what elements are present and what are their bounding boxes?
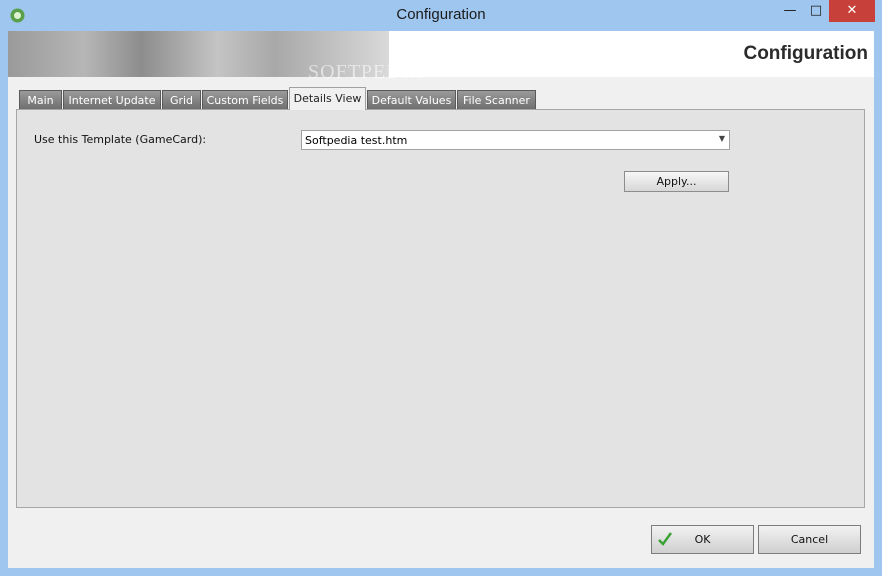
tab-default-values[interactable]: Default Values [367,90,456,109]
close-button[interactable]: ✕ [829,0,875,22]
check-icon [658,532,672,546]
template-value: Softpedia test.htm [305,134,408,147]
window-title: Configuration [396,6,486,23]
details-view-panel: Use this Template (GameCard): Softpedia … [16,109,865,508]
configuration-window: Configuration — □ ✕ SOFTPEDIA Configurat… [0,0,882,576]
title-bar[interactable]: Configuration — □ ✕ [0,0,882,31]
dialog-client-area: SOFTPEDIA Configuration Main Internet Up… [8,31,874,568]
maximize-button[interactable]: □ [803,0,829,22]
header-banner: SOFTPEDIA Configuration [8,31,874,83]
minimize-button[interactable]: — [777,0,803,22]
tab-main[interactable]: Main [19,90,62,109]
chevron-down-icon[interactable]: ▼ [719,134,725,143]
tab-internet-update[interactable]: Internet Update [63,90,161,109]
tab-file-scanner[interactable]: File Scanner [457,90,536,109]
tab-details-view[interactable]: Details View [289,87,366,110]
ok-button[interactable]: OK [651,525,754,554]
banner-heading: Configuration [743,43,868,64]
template-dropdown[interactable]: Softpedia test.htm ▼ [301,130,730,150]
apply-button[interactable]: Apply... [624,171,729,192]
template-label: Use this Template (GameCard): [34,133,207,146]
tab-custom-fields[interactable]: Custom Fields [202,90,288,109]
ok-label: OK [694,533,711,546]
cancel-button[interactable]: Cancel [758,525,861,554]
watermark: SOFTPEDIA [308,61,425,83]
tab-grid[interactable]: Grid [162,90,201,109]
